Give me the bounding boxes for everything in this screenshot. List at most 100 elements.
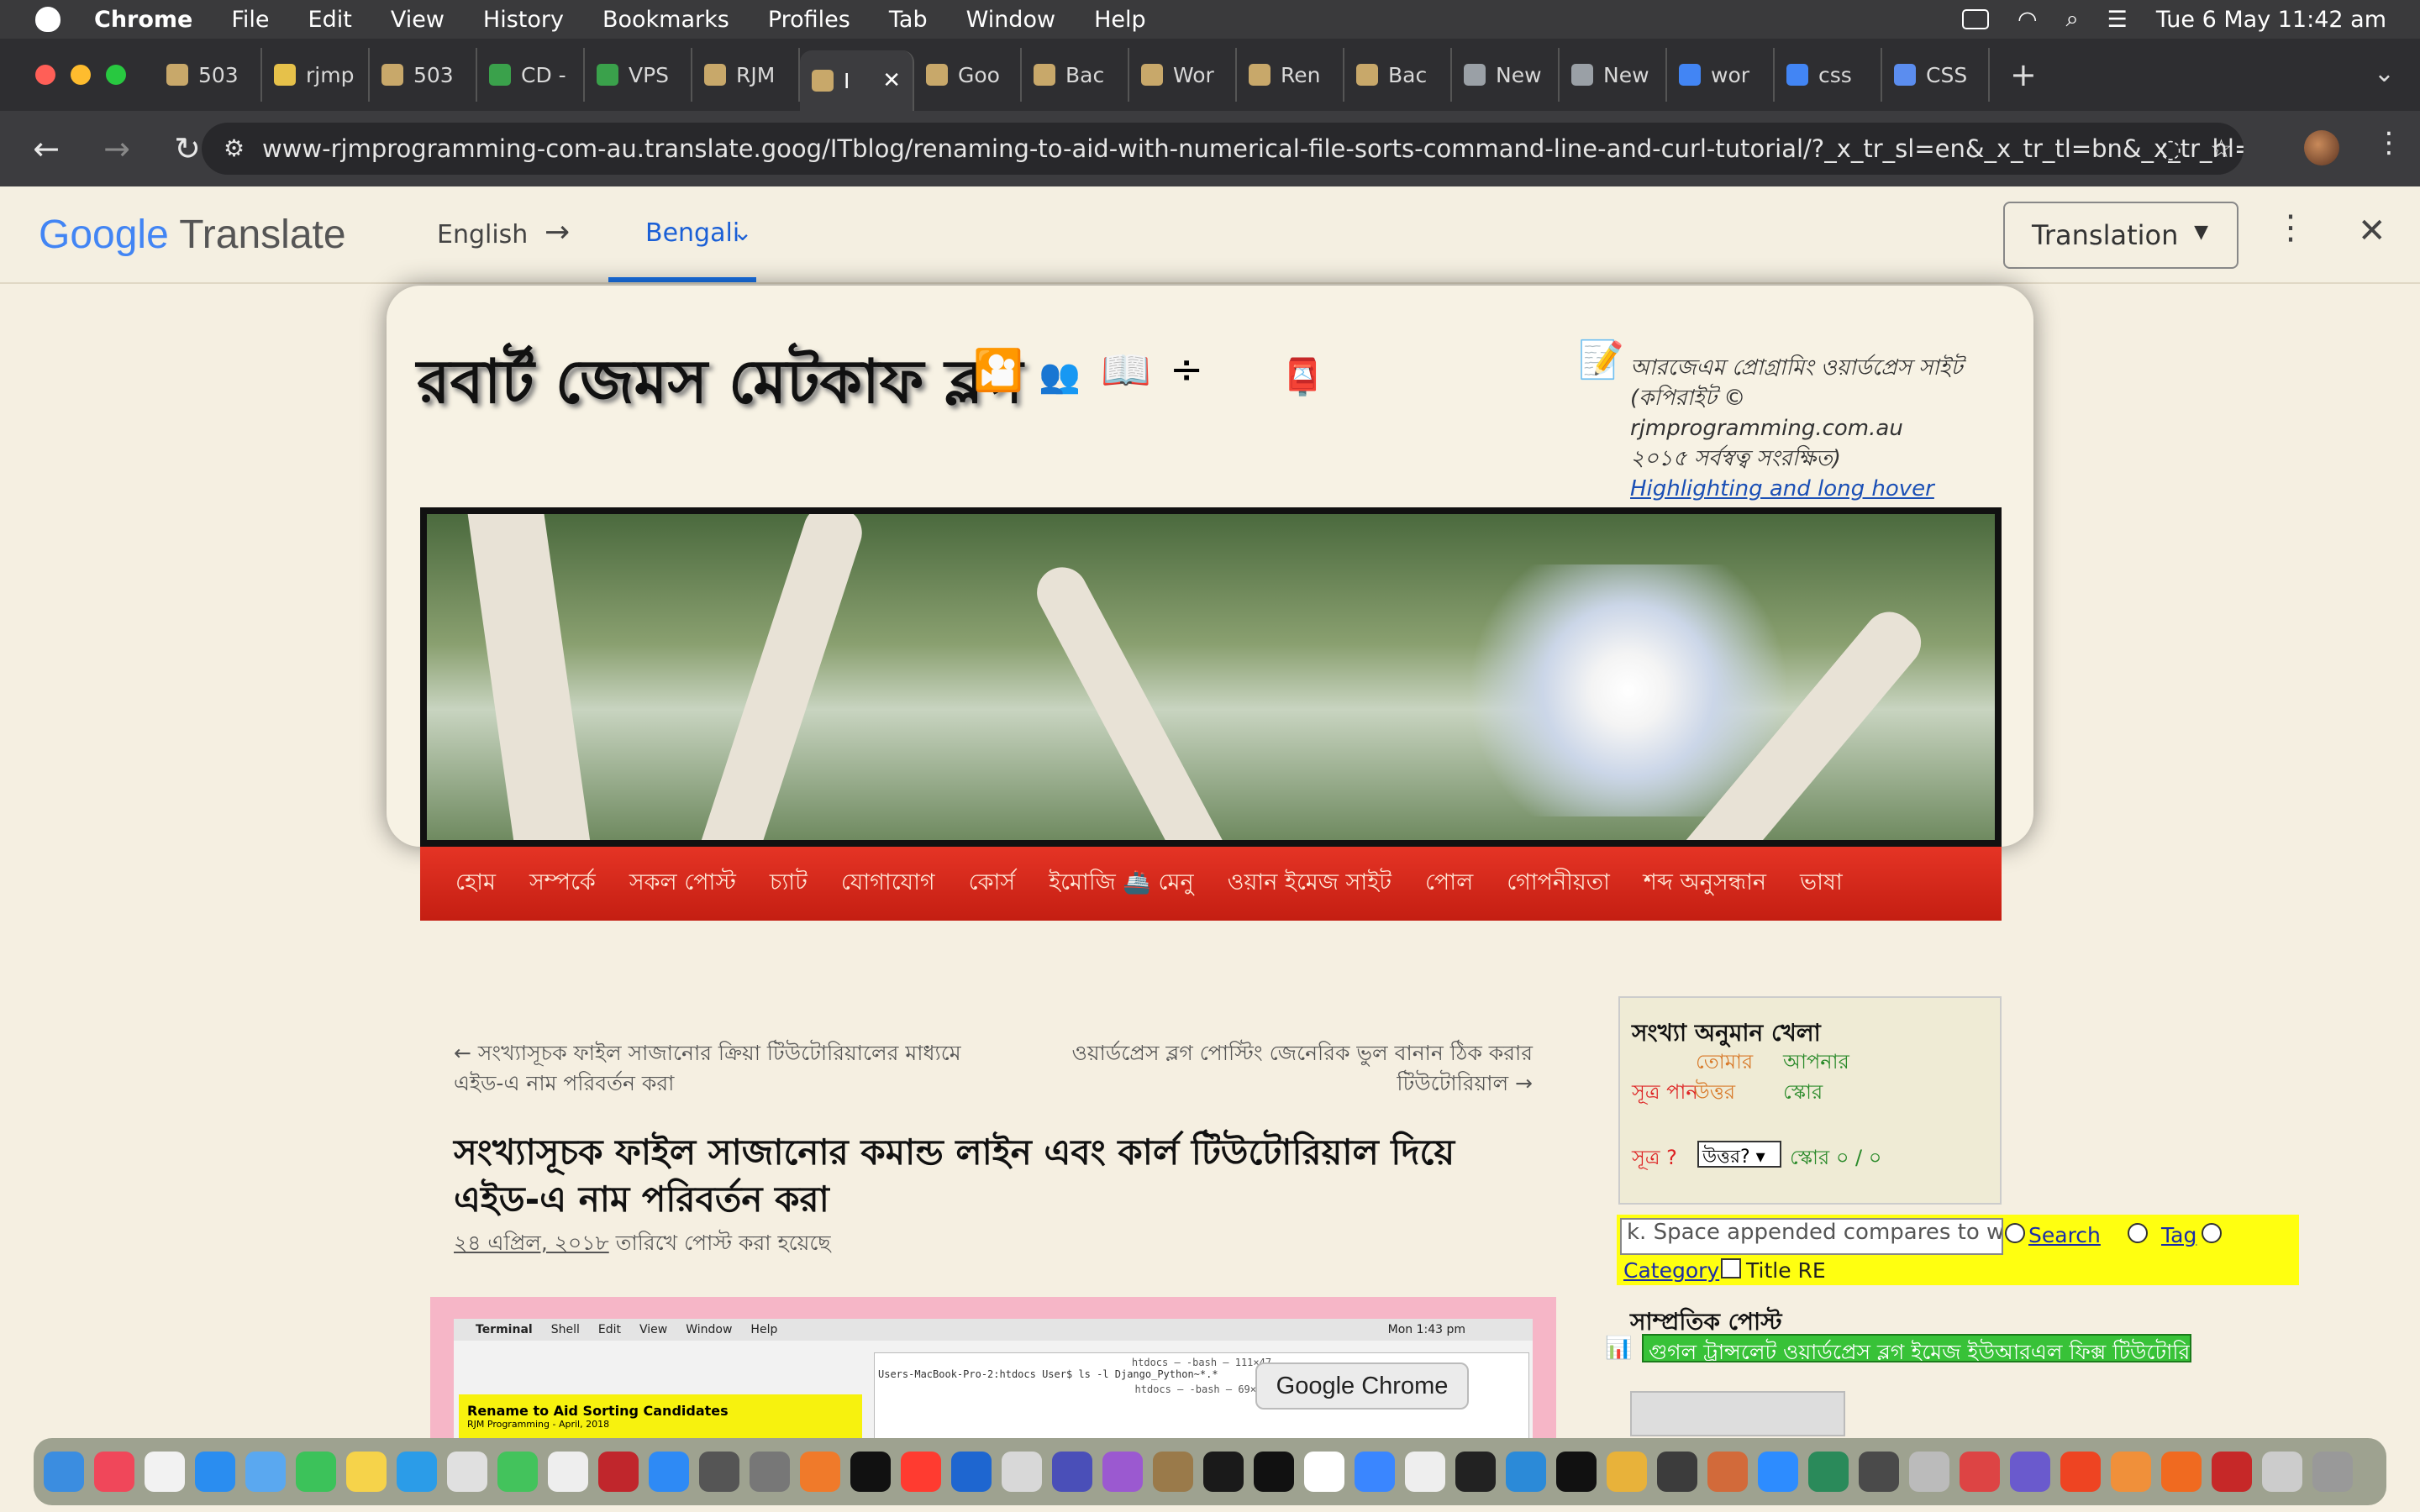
collapse-icon[interactable]: ✕	[2358, 212, 2386, 250]
dock-app-icon[interactable]	[2312, 1452, 2353, 1492]
recent-post-thumbnail[interactable]	[1630, 1391, 1845, 1436]
menu-chrome[interactable]: Chrome	[94, 7, 192, 33]
nav-item-9[interactable]: গোপনীয়তা	[1507, 865, 1610, 903]
dock-app-icon[interactable]	[1808, 1452, 1849, 1492]
tab-12[interactable]: New	[1452, 48, 1560, 102]
dock-app-icon[interactable]	[94, 1452, 134, 1492]
dock-app-icon[interactable]	[245, 1452, 286, 1492]
memo-icon[interactable]: 📝	[1578, 338, 1624, 381]
nav-item-1[interactable]: সম্পর্কে	[529, 865, 596, 903]
postbox-icon[interactable]: 📮	[1281, 356, 1324, 398]
game-answer-select[interactable]: উত্তর? ▾	[1697, 1141, 1781, 1168]
divide-icon[interactable]: ÷	[1170, 346, 1203, 393]
dock-app-icon[interactable]	[1002, 1452, 1042, 1492]
eye-off-icon[interactable]: ◌	[2160, 134, 2181, 164]
tab-search-icon[interactable]: ⌄	[2374, 59, 2395, 88]
source-language[interactable]: English	[437, 220, 528, 249]
dock-app-icon[interactable]	[1102, 1452, 1143, 1492]
dock-app-icon[interactable]	[145, 1452, 185, 1492]
site-info-icon[interactable]: ⚙	[224, 134, 245, 162]
category-option-label[interactable]: Category	[1623, 1258, 1719, 1283]
chrome-menu-icon[interactable]: ⋮	[2375, 126, 2403, 160]
dock-app-icon[interactable]	[1960, 1452, 2000, 1492]
tab-5[interactable]: RJM	[692, 48, 800, 102]
nav-item-0[interactable]: হোম	[455, 865, 496, 903]
dock-app-icon[interactable]	[1254, 1452, 1294, 1492]
tab-0[interactable]: 503	[155, 48, 262, 102]
nav-item-6[interactable]: ইমোজি 🚢 মেনু	[1049, 865, 1193, 903]
close-window-icon[interactable]	[35, 65, 55, 85]
translation-mode-select[interactable]: Translation ▼	[2003, 202, 2238, 269]
book-icon[interactable]: 📖	[1101, 346, 1151, 394]
nav-item-3[interactable]: চ্যাট	[770, 865, 808, 903]
dock-app-icon[interactable]	[397, 1452, 437, 1492]
dock-app-icon[interactable]	[649, 1452, 689, 1492]
dock-app-icon[interactable]	[1506, 1452, 1546, 1492]
dock-app-icon[interactable]	[1405, 1452, 1445, 1492]
dock-app-icon[interactable]	[1556, 1452, 1597, 1492]
tab-10[interactable]: Ren	[1237, 48, 1344, 102]
category-radio[interactable]	[2202, 1223, 2222, 1243]
dock-app-icon[interactable]	[1758, 1452, 1798, 1492]
dock-app-icon[interactable]	[800, 1452, 840, 1492]
zoom-window-icon[interactable]	[106, 65, 126, 85]
dock-app-icon[interactable]	[1859, 1452, 1899, 1492]
dock-app-icon[interactable]	[296, 1452, 336, 1492]
dock-app-icon[interactable]	[44, 1452, 84, 1492]
dock-app-icon[interactable]	[750, 1452, 790, 1492]
dock-app-icon[interactable]	[346, 1452, 387, 1492]
tab-11[interactable]: Bac	[1344, 48, 1452, 102]
dock-app-icon[interactable]	[699, 1452, 739, 1492]
nav-item-5[interactable]: কোর্স	[969, 865, 1016, 903]
previous-post-link[interactable]: ← সংখ্যাসূচক ফাইল সাজানোর ক্রিয়া টিউটোর…	[454, 1038, 992, 1099]
tab-14[interactable]: wor	[1667, 48, 1775, 102]
tag-radio[interactable]	[2128, 1223, 2148, 1243]
chevron-down-icon[interactable]: ⌄	[733, 218, 752, 246]
dock-app-icon[interactable]	[1657, 1452, 1697, 1492]
google-translate-logo[interactable]: Google Translate	[39, 212, 346, 258]
menu-tab[interactable]: Tab	[889, 7, 928, 33]
tab-13[interactable]: New	[1560, 48, 1667, 102]
target-language[interactable]: Bengali	[645, 218, 739, 248]
recent-post-link[interactable]: গুগল ট্রান্সলেট ওয়ার্ডপ্রেস ব্লগ ইমেজ ই…	[1642, 1334, 2191, 1362]
tab-15[interactable]: css	[1775, 48, 1882, 102]
nav-item-2[interactable]: সকল পোস্ট	[629, 865, 736, 903]
dock-app-icon[interactable]	[1355, 1452, 1395, 1492]
tab-6[interactable]: I ✕	[800, 50, 914, 111]
close-tab-icon[interactable]: ✕	[882, 68, 901, 93]
site-title[interactable]: রবার্ট জেমস মেটকাফ ব্লগ	[417, 336, 1023, 437]
dock-app-icon[interactable]	[951, 1452, 992, 1492]
dock-app-icon[interactable]	[447, 1452, 487, 1492]
dock-app-icon[interactable]	[1455, 1452, 1496, 1492]
post-date-link[interactable]: ২৪ এপ্রিল, ২০১৮	[454, 1231, 609, 1255]
search-icon[interactable]: ⌕	[2066, 6, 2079, 33]
menu-window[interactable]: Window	[966, 7, 1055, 33]
dock-app-icon[interactable]	[1153, 1452, 1193, 1492]
dock-app-icon[interactable]	[1052, 1452, 1092, 1492]
menu-bookmarks[interactable]: Bookmarks	[602, 7, 729, 33]
dock-app-icon[interactable]	[598, 1452, 639, 1492]
dock-app-icon[interactable]	[1707, 1452, 1748, 1492]
menu-history[interactable]: History	[483, 7, 564, 33]
tab-3[interactable]: CD -	[477, 48, 585, 102]
tab-4[interactable]: VPS	[585, 48, 692, 102]
video-camera-icon[interactable]: 🎦	[973, 346, 1023, 394]
search-radio[interactable]	[2005, 1223, 2025, 1243]
menubar-clock[interactable]: Tue 6 May 11:42 am	[2156, 7, 2386, 33]
dock-app-icon[interactable]	[497, 1452, 538, 1492]
next-post-link[interactable]: ওয়ার্ডপ্রেস ব্লগ পোস্টিং জেনেরিক ভুল বা…	[1012, 1038, 1533, 1099]
dock-app-icon[interactable]	[1203, 1452, 1244, 1492]
apple-icon[interactable]	[35, 7, 60, 32]
nav-item-4[interactable]: যোগাযোগ	[841, 865, 935, 903]
profile-avatar[interactable]	[2304, 130, 2339, 165]
title-re-checkbox[interactable]	[1721, 1258, 1741, 1278]
menu-view[interactable]: View	[391, 7, 445, 33]
dock-app-icon[interactable]	[850, 1452, 891, 1492]
dock-app-icon[interactable]	[2060, 1452, 2101, 1492]
new-tab-icon[interactable]: +	[2010, 56, 2037, 93]
nav-item-11[interactable]: ভাষা	[1800, 865, 1843, 903]
menu-edit[interactable]: Edit	[308, 7, 352, 33]
dock-app-icon[interactable]	[1304, 1452, 1344, 1492]
dock-app-icon[interactable]	[2111, 1452, 2151, 1492]
bookmark-star-icon[interactable]: ☆	[2210, 134, 2233, 164]
